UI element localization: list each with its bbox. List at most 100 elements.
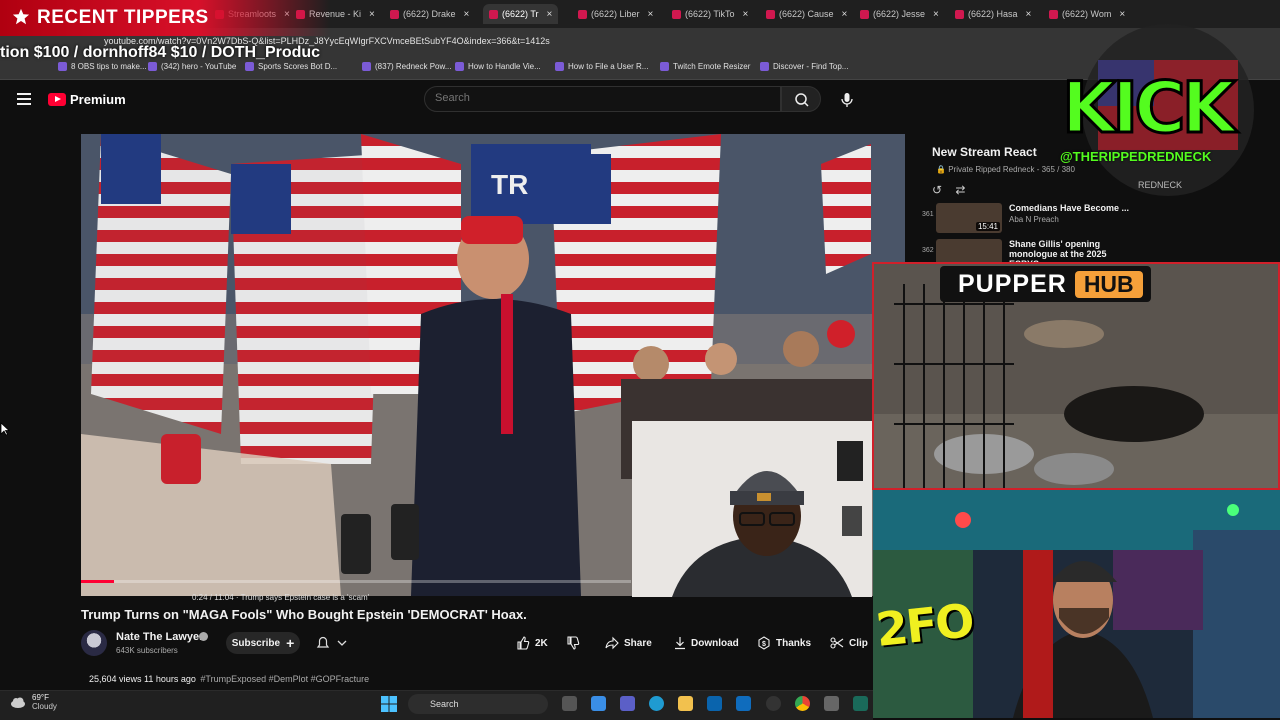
share-label: Share [624, 637, 652, 649]
microphone-icon [841, 93, 853, 107]
video-title: Trump Turns on "MAGA Fools" Who Bought E… [81, 607, 527, 622]
share-button[interactable]: Share [605, 632, 652, 654]
view-count: 25,604 views 11 hours ago [89, 674, 196, 684]
close-tab-icon[interactable]: × [1026, 9, 1032, 20]
taskbar-search[interactable]: Search [408, 694, 548, 714]
bookmark-favicon-icon [455, 62, 464, 71]
tab-favicon-icon [1049, 9, 1058, 19]
notification-bell-button[interactable] [314, 634, 348, 652]
store-icon[interactable] [707, 696, 722, 711]
bookmark-label: Discover - Find Top... [773, 62, 849, 71]
close-tab-icon[interactable]: × [547, 9, 553, 20]
lock-icon: 🔒 [936, 165, 946, 174]
app-icon[interactable] [824, 696, 839, 711]
file-explorer-icon[interactable] [678, 696, 693, 711]
channel-avatar[interactable] [81, 630, 107, 656]
video-progress-bar[interactable] [81, 580, 631, 583]
download-button[interactable]: Download [674, 632, 739, 654]
tab-favicon-icon [390, 9, 399, 19]
bookmark-item[interactable]: How to File a User R... [555, 62, 648, 71]
weather-description: Cloudy [32, 702, 57, 711]
bookmark-favicon-icon [362, 62, 371, 71]
recent-tippers-title: RECENT TIPPERS [37, 7, 209, 28]
bookmark-label: (837) Redneck Pow... [375, 62, 452, 71]
copilot-icon[interactable] [591, 696, 606, 711]
search-button[interactable] [781, 86, 821, 112]
search-input[interactable] [435, 92, 755, 104]
recent-tippers-ticker: tion $100 / dornhoff84 $10 / DOTH_Produc [0, 44, 321, 61]
search-box[interactable] [424, 86, 781, 112]
playlist-meta: 🔒 Private Ripped Redneck - 365 / 380 [936, 165, 1075, 174]
browser-tab[interactable]: (6622) Jesse × [860, 4, 939, 24]
share-icon [605, 636, 619, 650]
subscribe-button[interactable]: Subscribe + [226, 632, 300, 654]
close-tab-icon[interactable]: × [369, 9, 375, 20]
svg-text:REDNECK: REDNECK [1138, 180, 1182, 190]
bookmark-favicon-icon [660, 62, 669, 71]
like-button[interactable]: 2K [516, 632, 548, 654]
kick-channel-handle: @THERIPPEDREDNECK [1060, 149, 1212, 164]
edge-icon[interactable] [649, 696, 664, 711]
playlist-title[interactable]: New Stream React [932, 145, 1037, 159]
windows-logo-icon [381, 696, 397, 712]
browser-tab[interactable]: (6622) Liber × [578, 4, 653, 24]
guest-webcam [632, 421, 872, 597]
thanks-icon: $ [758, 636, 770, 650]
channel-name[interactable]: Nate The Lawyer [116, 631, 203, 643]
bookmark-item[interactable]: How to Handle Vie... [455, 62, 541, 71]
download-icon [675, 637, 685, 650]
bookmark-item[interactable]: (837) Redneck Pow... [362, 62, 451, 71]
browser-tab[interactable]: (6622) Drake × [390, 4, 469, 24]
svg-text:KICK: KICK [1062, 67, 1239, 149]
weather-widget[interactable]: 69°F Cloudy [10, 693, 57, 711]
teams-icon[interactable] [620, 696, 635, 711]
task-view-icon[interactable] [562, 696, 577, 711]
close-tab-icon[interactable]: × [933, 9, 939, 20]
tab-label: (6622) Tr [502, 9, 539, 19]
pupper-label-word2: HUB [1074, 270, 1143, 298]
bell-icon [316, 636, 347, 648]
shuffle-icon[interactable]: ⇄ [955, 183, 965, 197]
browser-tab[interactable]: (6622) Cause × [766, 4, 847, 24]
outlook-icon[interactable] [736, 696, 751, 711]
thanks-button[interactable]: $ Thanks [757, 632, 811, 654]
close-tab-icon[interactable]: × [842, 9, 848, 20]
bookmark-item[interactable]: Twitch Emote Resizer [660, 62, 750, 71]
download-label: Download [691, 637, 739, 649]
pupper-hub-label: PUPPER HUB [940, 266, 1151, 302]
video-time-display: 0:24 / 11:04 · Trump says Epstein case i… [192, 593, 370, 602]
bookmark-item[interactable]: Discover - Find Top... [760, 62, 848, 71]
close-tab-icon[interactable]: × [1119, 9, 1125, 20]
video-view-stats: 25,604 views 11 hours ago #TrumpExposed … [89, 674, 369, 684]
windows-start-button[interactable] [381, 696, 397, 712]
tab-favicon-icon [672, 9, 681, 19]
playlist-item-index: 361 [922, 211, 934, 218]
playlist-item[interactable]: 361 15:41 Comedians Have Become ... Aba N P… [922, 201, 1129, 235]
video-hashtags[interactable]: #TrumpExposed #DemPlot #GOPFracture [200, 674, 369, 684]
bookmark-favicon-icon [555, 62, 564, 71]
tab-label: (6622) Cause [779, 9, 834, 19]
app-icon-2[interactable] [853, 696, 868, 711]
subscribe-label: Subscribe [231, 637, 281, 649]
loop-icon[interactable]: ↺ [932, 183, 942, 197]
browser-tab[interactable]: (6622) TikTo × [672, 4, 748, 24]
close-tab-icon[interactable]: × [743, 9, 749, 20]
hamburger-menu-icon[interactable] [17, 93, 31, 105]
close-tab-icon[interactable]: × [464, 9, 470, 20]
chrome-icon[interactable] [795, 696, 810, 711]
browser-tab[interactable]: (6622) Tr × [483, 4, 559, 24]
video-progress-fill [81, 580, 114, 583]
youtube-premium-logo[interactable]: Premium [48, 92, 126, 107]
tab-label: (6622) Hasa [968, 9, 1018, 19]
voice-search-button[interactable] [835, 88, 859, 112]
obs-icon[interactable] [766, 696, 781, 711]
playlist-item-thumbnail[interactable]: 15:41 [936, 203, 1002, 233]
clip-button[interactable]: Clip [830, 632, 868, 654]
browser-tab[interactable]: (6622) Hasa × [955, 4, 1031, 24]
close-tab-icon[interactable]: × [648, 9, 654, 20]
playlist-item-channel: Aba N Preach [1009, 215, 1059, 224]
kick-logo: KICK REDNECK [1061, 24, 1254, 196]
clip-label: Clip [849, 637, 868, 649]
dislike-button[interactable] [566, 632, 580, 654]
like-count: 2K [535, 637, 548, 649]
